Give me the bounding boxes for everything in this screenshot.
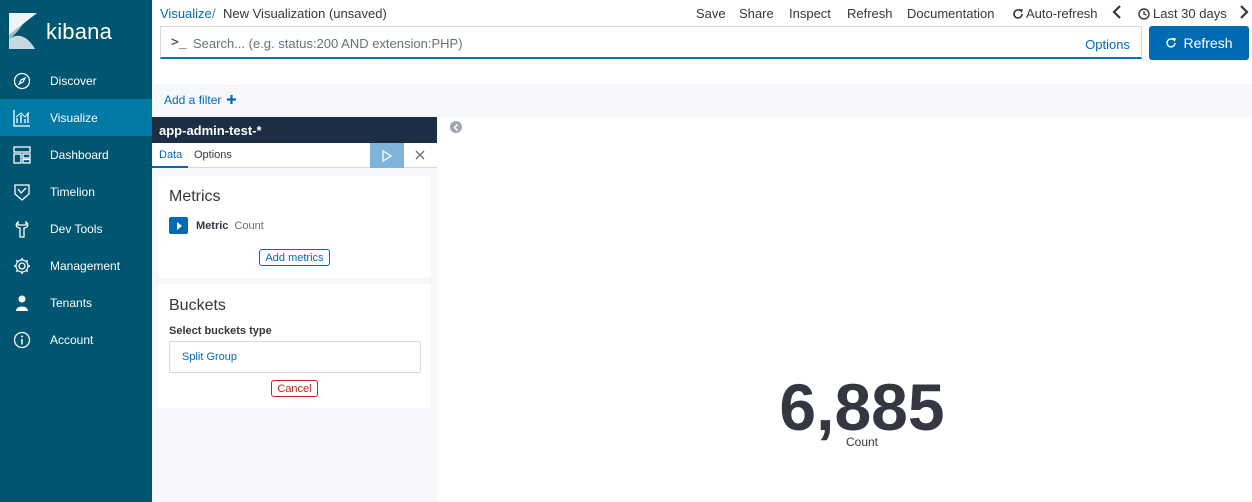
metrics-panel: Metrics Metric Count Add metrics: [158, 176, 431, 278]
metrics-title: Metrics: [169, 188, 221, 205]
chart-icon: [13, 109, 31, 127]
breadcrumb-current: New Visualization (unsaved): [223, 6, 387, 21]
cancel-button[interactable]: Cancel: [271, 380, 318, 397]
chevron-right-icon: [1240, 5, 1249, 19]
metric-label: Metric: [196, 219, 229, 232]
collapse-sidebar-button[interactable]: [450, 121, 462, 133]
chevron-left-icon: [453, 123, 459, 131]
metric-row: Metric Count: [169, 217, 264, 234]
refresh-cycle-icon: [1013, 8, 1023, 19]
discard-changes-button[interactable]: [410, 145, 430, 165]
kibana-app: kibana Discover Visualize Dashboard Time: [0, 0, 1252, 502]
tab-data[interactable]: Data: [159, 149, 182, 161]
breadcrumb-separator: /: [212, 6, 216, 21]
filter-bar: Add a filter: [152, 84, 1252, 117]
clock-icon: [1138, 7, 1150, 20]
inspect-button[interactable]: Inspect: [789, 6, 831, 21]
sidebar-item-account[interactable]: Account: [0, 321, 152, 358]
sidebar-item-management[interactable]: Management: [0, 247, 152, 284]
split-group-option[interactable]: Split Group: [169, 341, 421, 373]
sidebar-item-tenants[interactable]: Tenants: [0, 284, 152, 321]
chevron-left-icon: [1112, 5, 1121, 19]
search-input[interactable]: [193, 31, 1073, 55]
timelion-icon: [13, 183, 31, 201]
kibana-logo[interactable]: kibana: [0, 0, 152, 60]
save-button[interactable]: Save: [696, 6, 726, 21]
sidebar-item-label: Dashboard: [50, 147, 109, 162]
add-filter-button[interactable]: Add a filter: [164, 93, 236, 107]
info-icon: [13, 331, 31, 349]
breadcrumb-visualize[interactable]: Visualize: [160, 6, 212, 21]
sidebar-item-timelion[interactable]: Timelion: [0, 173, 152, 210]
kibana-logo-icon: [9, 13, 37, 49]
sidebar-item-dev-tools[interactable]: Dev Tools: [0, 210, 152, 247]
add-filter-label: Add a filter: [164, 93, 222, 107]
sidebar-item-label: Dev Tools: [50, 221, 103, 236]
metric-type: Count: [234, 219, 264, 232]
auto-refresh-button[interactable]: Auto-refresh: [1012, 6, 1098, 21]
sidebar-item-discover[interactable]: Discover: [0, 62, 152, 99]
gear-icon: [13, 257, 31, 275]
refresh-button-label: Refresh: [1183, 35, 1233, 51]
top-nav-bar: Visualize / New Visualization (unsaved) …: [152, 0, 1252, 27]
auto-refresh-label: Auto-refresh: [1026, 6, 1098, 21]
refresh-link[interactable]: Refresh: [847, 6, 893, 21]
tab-data-underline: [152, 166, 188, 168]
sidebar-item-label: Discover: [50, 73, 97, 88]
refresh-icon: [1166, 37, 1177, 48]
time-range-label: Last 30 days: [1153, 6, 1227, 21]
add-metrics-button[interactable]: Add metrics: [259, 249, 330, 266]
refresh-button[interactable]: Refresh: [1149, 26, 1249, 60]
sidebar-item-label: Timelion: [50, 184, 95, 199]
buckets-title: Buckets: [169, 297, 226, 314]
sidebar: kibana Discover Visualize Dashboard Time: [0, 0, 152, 502]
app-name: kibana: [46, 19, 113, 44]
index-pattern-title: app-admin-test-*: [152, 117, 437, 143]
sidebar-item-visualize[interactable]: Visualize: [0, 99, 152, 136]
user-icon: [13, 294, 31, 312]
select-buckets-label: Select buckets type: [169, 325, 272, 337]
metric-expand-toggle[interactable]: [169, 217, 188, 234]
apply-changes-button[interactable]: [370, 143, 404, 168]
sidebar-item-label: Tenants: [50, 295, 93, 310]
share-button[interactable]: Share: [739, 6, 774, 21]
tab-options[interactable]: Options: [194, 149, 232, 161]
time-picker-button[interactable]: Last 30 days: [1138, 6, 1227, 21]
buckets-panel: Buckets Select buckets type Split Group …: [158, 284, 431, 408]
documentation-link[interactable]: Documentation: [907, 6, 994, 21]
play-icon: [382, 149, 392, 162]
dashboard-icon: [13, 145, 31, 164]
wrench-icon: [13, 220, 31, 238]
caret-right-icon: [176, 221, 182, 230]
query-options-button[interactable]: Options: [1085, 37, 1130, 52]
plus-icon: [226, 95, 236, 104]
sidebar-item-dashboard[interactable]: Dashboard: [0, 136, 152, 173]
time-forward-button[interactable]: [1239, 5, 1249, 22]
visualization-canvas: 6,885 Count: [440, 117, 1252, 502]
sidebar-item-label: Account: [50, 332, 94, 347]
time-back-button[interactable]: [1112, 5, 1122, 22]
metric-value: 6,885: [779, 370, 945, 444]
close-icon: [415, 150, 425, 160]
compass-icon: [13, 72, 31, 90]
sidebar-item-label: Management: [50, 258, 121, 273]
vis-editor-sidebar: app-admin-test-* Data Options Metrics Me…: [152, 117, 437, 502]
metric-value-label: Count: [845, 435, 879, 449]
query-bar: >_ Options: [160, 26, 1142, 59]
sidebar-item-label: Visualize: [50, 110, 98, 125]
query-prompt-icon: >_: [171, 35, 187, 50]
